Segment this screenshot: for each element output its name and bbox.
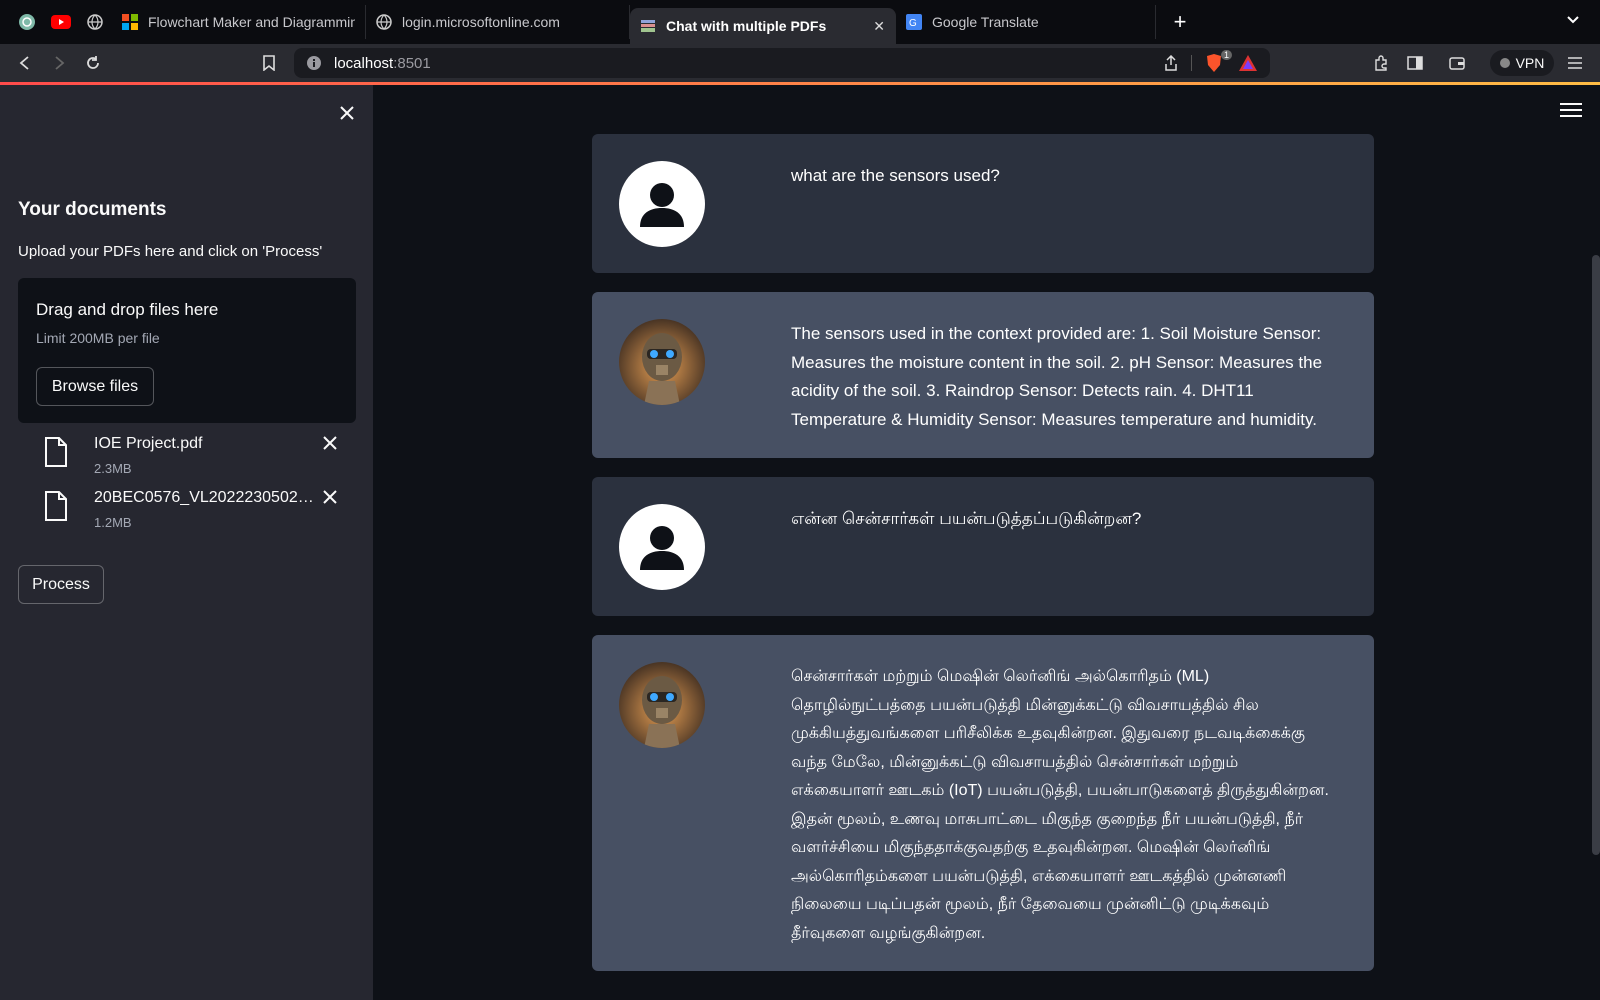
youtube-icon [51, 15, 71, 29]
brave-shields-icon[interactable]: 1 [1204, 50, 1232, 73]
close-sidebar-icon[interactable] [334, 101, 360, 127]
user-avatar [619, 504, 705, 590]
tab-label: Chat with multiple PDFs [666, 18, 827, 34]
chat-message-user: என்ன சென்சார்கள் பயன்படுத்தப்படுகின்றன? [592, 477, 1374, 616]
forward-icon[interactable] [42, 46, 76, 80]
message-text: The sensors used in the context provided… [791, 324, 1323, 429]
file-icon [45, 437, 67, 467]
chevron-down-icon[interactable] [1566, 12, 1580, 28]
file-icon [45, 491, 67, 521]
bot-avatar [619, 319, 705, 405]
browse-files-button[interactable]: Browse files [36, 367, 154, 406]
chat-message-user: what are the sensors used? [592, 134, 1374, 273]
globe-icon [87, 14, 103, 30]
info-icon [307, 56, 321, 70]
chatgpt-icon [19, 14, 35, 30]
wallet-icon[interactable] [1440, 46, 1474, 80]
brave-rewards-icon[interactable] [1238, 54, 1258, 72]
browser-tab-bar: Flowchart Maker and Diagramming login.mi… [0, 0, 1600, 44]
sidebar-title: Your documents [18, 199, 167, 220]
url-divider [1191, 55, 1192, 71]
file-name: 20BEC0576_VL2022230502… [94, 489, 314, 506]
bot-avatar [619, 662, 705, 748]
file-size: 2.3MB [94, 461, 132, 476]
main-chat-area: what are the sensors used? The sensors u… [373, 85, 1600, 1000]
sidebar-subtitle: Upload your PDFs here and click on 'Proc… [18, 243, 323, 260]
pinned-tab-globe[interactable] [78, 5, 112, 39]
svg-text:G: G [909, 18, 917, 29]
vpn-status-dot [1499, 58, 1510, 68]
pinned-tab-youtube[interactable] [44, 5, 78, 39]
chat-message-bot: சென்சார்கள் மற்றும் மெஷின் லெர்னிங் அல்க… [592, 635, 1374, 971]
dropzone-title: Drag and drop files here [36, 300, 219, 319]
share-icon[interactable] [1164, 55, 1178, 71]
extensions-icon[interactable] [1364, 46, 1398, 80]
books-icon [641, 20, 655, 32]
google-translate-icon: G [906, 14, 922, 30]
pinned-tabs [0, 5, 112, 39]
remove-file-icon[interactable] [318, 487, 342, 510]
sidebar: Your documents Upload your PDFs here and… [0, 85, 373, 1000]
tab-label: Flowchart Maker and Diagramming [148, 14, 355, 30]
close-tab-icon[interactable]: ✕ [873, 18, 885, 35]
user-avatar [619, 161, 705, 247]
scrollbar[interactable] [1592, 255, 1600, 855]
address-bar[interactable]: localhost:8501 1 [294, 48, 1270, 78]
url-port: :8501 [393, 54, 431, 72]
robot-avatar-icon [619, 319, 705, 405]
process-button[interactable]: Process [18, 565, 104, 604]
back-icon[interactable] [8, 46, 42, 80]
vpn-button[interactable]: VPN [1490, 50, 1554, 76]
pinned-tab-chatgpt[interactable] [10, 5, 44, 39]
tab-flowchart[interactable]: Flowchart Maker and Diagramming [112, 5, 366, 39]
robot-avatar-icon [619, 662, 705, 748]
sidebar-toggle-icon[interactable] [1398, 46, 1432, 80]
uploaded-file-item: 20BEC0576_VL2022230502… 1.2MB [18, 485, 356, 539]
file-dropzone[interactable]: Drag and drop files here Limit 200MB per… [18, 278, 356, 423]
user-icon [640, 526, 684, 570]
bookmark-icon[interactable] [252, 46, 286, 80]
microsoft-icon [122, 14, 138, 30]
tab-chat-pdfs[interactable]: Chat with multiple PDFs ✕ [630, 8, 896, 44]
chat-message-bot: The sensors used in the context provided… [592, 292, 1374, 458]
file-name: IOE Project.pdf [94, 435, 203, 452]
tab-google-translate[interactable]: G Google Translate [896, 5, 1156, 39]
new-tab-button[interactable]: + [1156, 9, 1204, 35]
dropzone-limit: Limit 200MB per file [36, 330, 160, 346]
reload-icon[interactable] [76, 46, 110, 80]
message-text: சென்சார்கள் மற்றும் மெஷின் லெர்னிங் அல்க… [791, 668, 1329, 942]
user-icon [640, 183, 684, 227]
browser-toolbar: localhost:8501 1 VPN [0, 44, 1600, 82]
app-menu-icon[interactable] [1560, 103, 1582, 121]
browser-menu-icon[interactable] [1558, 46, 1592, 80]
tab-label: login.microsoftonline.com [402, 14, 560, 30]
remove-file-icon[interactable] [318, 433, 342, 456]
vpn-label: VPN [1515, 55, 1545, 71]
message-text: what are the sensors used? [791, 166, 1000, 185]
url-host: localhost [334, 54, 394, 72]
tab-label: Google Translate [932, 14, 1039, 30]
globe-icon [376, 14, 392, 30]
file-size: 1.2MB [94, 515, 132, 530]
brave-badge: 1 [1220, 50, 1232, 60]
uploaded-file-item: IOE Project.pdf 2.3MB [18, 431, 356, 485]
message-text: என்ன சென்சார்கள் பயன்படுத்தப்படுகின்றன? [791, 509, 1142, 528]
tab-microsoft-login[interactable]: login.microsoftonline.com [366, 5, 630, 39]
